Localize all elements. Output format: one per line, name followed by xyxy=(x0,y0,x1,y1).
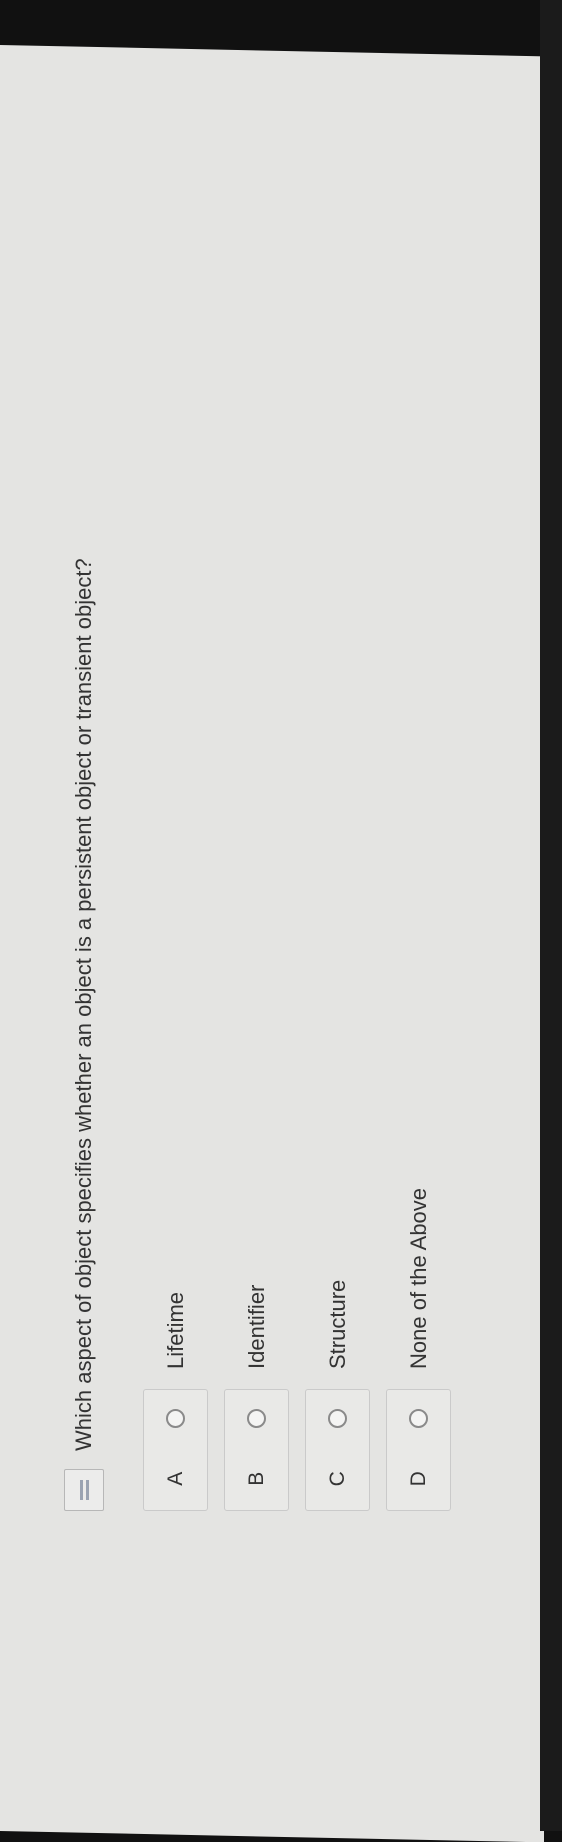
question-row: Which aspect of object specifies whether… xyxy=(56,61,112,1511)
choice-label[interactable]: None of the Above xyxy=(406,1188,432,1369)
choice-a[interactable]: A Lifetime xyxy=(140,61,211,1511)
choice-letter: B xyxy=(244,1471,268,1486)
choice-b-selector[interactable]: B xyxy=(224,1389,289,1511)
choice-b[interactable]: B Identifier xyxy=(221,61,292,1511)
choice-label[interactable]: Lifetime xyxy=(163,1292,189,1369)
quiz-panel: Which aspect of object specifies whether… xyxy=(56,61,464,1511)
radio-button[interactable] xyxy=(247,1409,266,1429)
choice-label[interactable]: Identifier xyxy=(244,1285,270,1369)
choice-d-selector[interactable]: D xyxy=(386,1389,451,1511)
question-text: Which aspect of object specifies whether… xyxy=(71,558,96,1451)
choice-letter: C xyxy=(325,1471,349,1487)
answer-choices: A Lifetime B Identifier C Structure D No… xyxy=(140,61,454,1511)
choice-label[interactable]: Structure xyxy=(325,1280,351,1369)
rotated-quiz-content: Which aspect of object specifies whether… xyxy=(0,0,562,1831)
radio-button[interactable] xyxy=(328,1409,347,1429)
radio-button[interactable] xyxy=(409,1409,428,1429)
choice-c-selector[interactable]: C xyxy=(305,1389,370,1511)
question-list-icon xyxy=(64,1469,104,1511)
radio-button[interactable] xyxy=(166,1409,185,1429)
choice-c[interactable]: C Structure xyxy=(302,61,373,1511)
choice-letter: D xyxy=(406,1471,430,1487)
choice-letter: A xyxy=(163,1471,187,1486)
choice-a-selector[interactable]: A xyxy=(143,1389,208,1511)
choice-d[interactable]: D None of the Above xyxy=(383,61,454,1511)
